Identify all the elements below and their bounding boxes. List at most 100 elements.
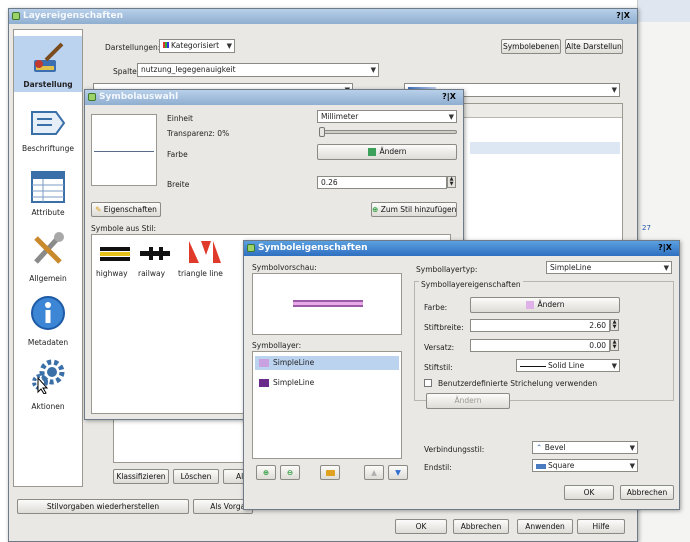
- lock-layer-button[interactable]: [320, 465, 340, 480]
- square-cap-icon: [536, 463, 546, 469]
- darstellungen-label: Darstellungen:: [105, 43, 161, 52]
- highway-symbol-icon: [100, 247, 130, 261]
- symbol-item[interactable]: railway: [136, 239, 172, 279]
- ok-button[interactable]: OK: [564, 485, 614, 500]
- darstellungen-select[interactable]: Kategorisiert ▼: [159, 39, 235, 53]
- color-change-button[interactable]: Ändern: [470, 297, 620, 313]
- remove-icon: ⊖: [286, 468, 294, 477]
- dash-change-button: Ändern: [426, 393, 510, 409]
- symbol-properties-window: Symboleigenschaften ?|X Symbolvorschau: …: [243, 240, 680, 510]
- ok-button[interactable]: OK: [395, 519, 447, 534]
- verbindung-value: Bevel: [544, 443, 566, 452]
- stilvorgaben-button[interactable]: Stilvorgaben wiederherstellen: [17, 499, 189, 514]
- stiftbreite-input[interactable]: 2.60: [470, 319, 610, 332]
- endstil-select[interactable]: Square ▼: [532, 459, 638, 472]
- symbol-selector-titlebar: Symbolauswahl ?|X: [85, 90, 463, 105]
- side-number: 27: [642, 224, 651, 232]
- sidebar-label-allgemein: Allgemein: [29, 274, 67, 283]
- sidebar-item-aktionen[interactable]: Aktionen: [14, 356, 82, 414]
- symbol-item[interactable]: highway: [96, 239, 134, 279]
- stiftbreite-spinner[interactable]: ▲ ▼: [610, 319, 619, 331]
- zum-stil-button[interactable]: ⊕ Zum Stil hinzufügen: [371, 202, 457, 217]
- sidebar-item-metadaten[interactable]: Metadaten: [14, 292, 82, 350]
- stiftstil-label: Stiftstil:: [424, 363, 453, 372]
- endstil-value: Square: [548, 461, 575, 470]
- loeschen-button[interactable]: Löschen: [173, 469, 219, 484]
- qgis-icon: [247, 244, 255, 252]
- verbindung-select[interactable]: ⌃ Bevel ▼: [532, 441, 638, 454]
- symbol-preview: [252, 273, 402, 335]
- sidebar-item-darstellung[interactable]: Darstellung: [14, 36, 82, 92]
- breite-spinner[interactable]: ▲ ▼: [447, 176, 456, 188]
- spalte-value: nutzung_legegenauigkeit: [141, 65, 236, 74]
- move-up-button[interactable]: ▲: [364, 465, 384, 480]
- color-change-button[interactable]: Ändern: [317, 144, 457, 160]
- categorized-icon: [163, 42, 169, 48]
- bevel-icon: ⌃: [536, 443, 543, 452]
- abbrechen-button[interactable]: Abbrechen: [453, 519, 509, 534]
- gear-icon: [32, 359, 65, 394]
- chevron-down-icon: ▼: [226, 42, 232, 50]
- info-icon: [31, 296, 65, 330]
- farbe-label: Farbe: [167, 150, 188, 159]
- sidebar-item-beschriftung[interactable]: Beschriftunge: [14, 102, 82, 158]
- stiftstil-value: Solid Line: [548, 361, 585, 370]
- spalte-select[interactable]: nutzung_legegenauigkeit ▼: [137, 63, 379, 77]
- sidebar-item-allgemein[interactable]: Allgemein: [14, 228, 82, 286]
- breite-value: 0.26: [321, 178, 338, 187]
- transparenz-label: Transparenz: 0%: [167, 129, 230, 138]
- abbrechen-button[interactable]: Abbrechen: [620, 485, 674, 500]
- einheit-select[interactable]: Millimeter ▼: [317, 110, 457, 123]
- color-swatch: [367, 148, 376, 156]
- sidebar-label-aktionen: Aktionen: [31, 402, 65, 411]
- add-layer-button[interactable]: ⊕: [256, 465, 276, 480]
- background-titlebar: [638, 0, 690, 22]
- paintbrush-icon: [34, 42, 64, 72]
- symbol-preview: [91, 114, 157, 186]
- help-close-buttons[interactable]: ?|X: [439, 92, 459, 102]
- remove-layer-button[interactable]: ⊖: [280, 465, 300, 480]
- alte-darstellung-button[interactable]: Alte Darstellung: [565, 39, 623, 54]
- symbol-layer-list[interactable]: SimpleLine SimpleLine: [252, 351, 402, 459]
- stiftbreite-label: Stiftbreite:: [424, 323, 464, 332]
- layer-swatch: [259, 359, 269, 367]
- einheit-label: Einheit: [167, 114, 193, 123]
- chevron-down-icon: ▼: [611, 362, 617, 370]
- add-icon: ⊕: [372, 205, 379, 214]
- slider-handle[interactable]: [319, 127, 325, 137]
- transparency-slider[interactable]: [319, 127, 457, 137]
- versatz-spinner[interactable]: ▲ ▼: [610, 339, 619, 351]
- table-row[interactable]: [470, 142, 620, 154]
- chevron-down-icon: ▼: [629, 462, 635, 470]
- help-close-buttons[interactable]: ?|X: [613, 11, 633, 21]
- solid-line-icon: [520, 365, 546, 367]
- move-down-button[interactable]: ▼: [388, 465, 408, 480]
- anwenden-button[interactable]: Anwenden: [517, 519, 573, 534]
- dash-change-label: Ändern: [454, 396, 482, 405]
- table-icon: [31, 171, 65, 203]
- list-item[interactable]: SimpleLine: [255, 356, 399, 370]
- eigenschaften-button[interactable]: ✎ Eigenschaften: [91, 202, 161, 217]
- hilfe-button[interactable]: Hilfe: [577, 519, 625, 534]
- sidebar-label-beschriftung: Beschriftunge: [21, 144, 75, 153]
- stiftstil-select[interactable]: Solid Line ▼: [516, 359, 620, 372]
- breite-input[interactable]: 0.26: [317, 176, 447, 189]
- symbol-item[interactable]: triangle line: [178, 239, 232, 279]
- sidebar-label-attribute: Attribute: [31, 208, 65, 217]
- klassifizieren-button[interactable]: Klassifizieren: [113, 469, 169, 484]
- versatz-input[interactable]: 0.00: [470, 339, 610, 352]
- layertyp-select[interactable]: SimpleLine ▼: [546, 261, 672, 274]
- breite-label: Breite: [167, 180, 190, 189]
- endstil-label: Endstil:: [424, 463, 452, 472]
- symbolebenen-button[interactable]: Symbolebenen: [501, 39, 561, 54]
- symbolebenen-label: Symbollayer:: [252, 341, 302, 350]
- railway-label: railway: [138, 269, 166, 278]
- list-item[interactable]: SimpleLine: [255, 376, 399, 390]
- help-close-buttons[interactable]: ?|X: [655, 243, 675, 253]
- sidebar-label-metadaten: Metadaten: [27, 338, 69, 347]
- verbindung-label: Verbindungsstil:: [424, 445, 485, 454]
- symbol-properties-titlebar: Symboleigenschaften ?|X: [244, 241, 679, 256]
- sidebar-item-attribute[interactable]: Attribute: [14, 166, 82, 222]
- benutzer-checkbox[interactable]: [424, 379, 432, 387]
- layer-properties-titlebar: Layereigenschaften ?|X: [9, 9, 637, 24]
